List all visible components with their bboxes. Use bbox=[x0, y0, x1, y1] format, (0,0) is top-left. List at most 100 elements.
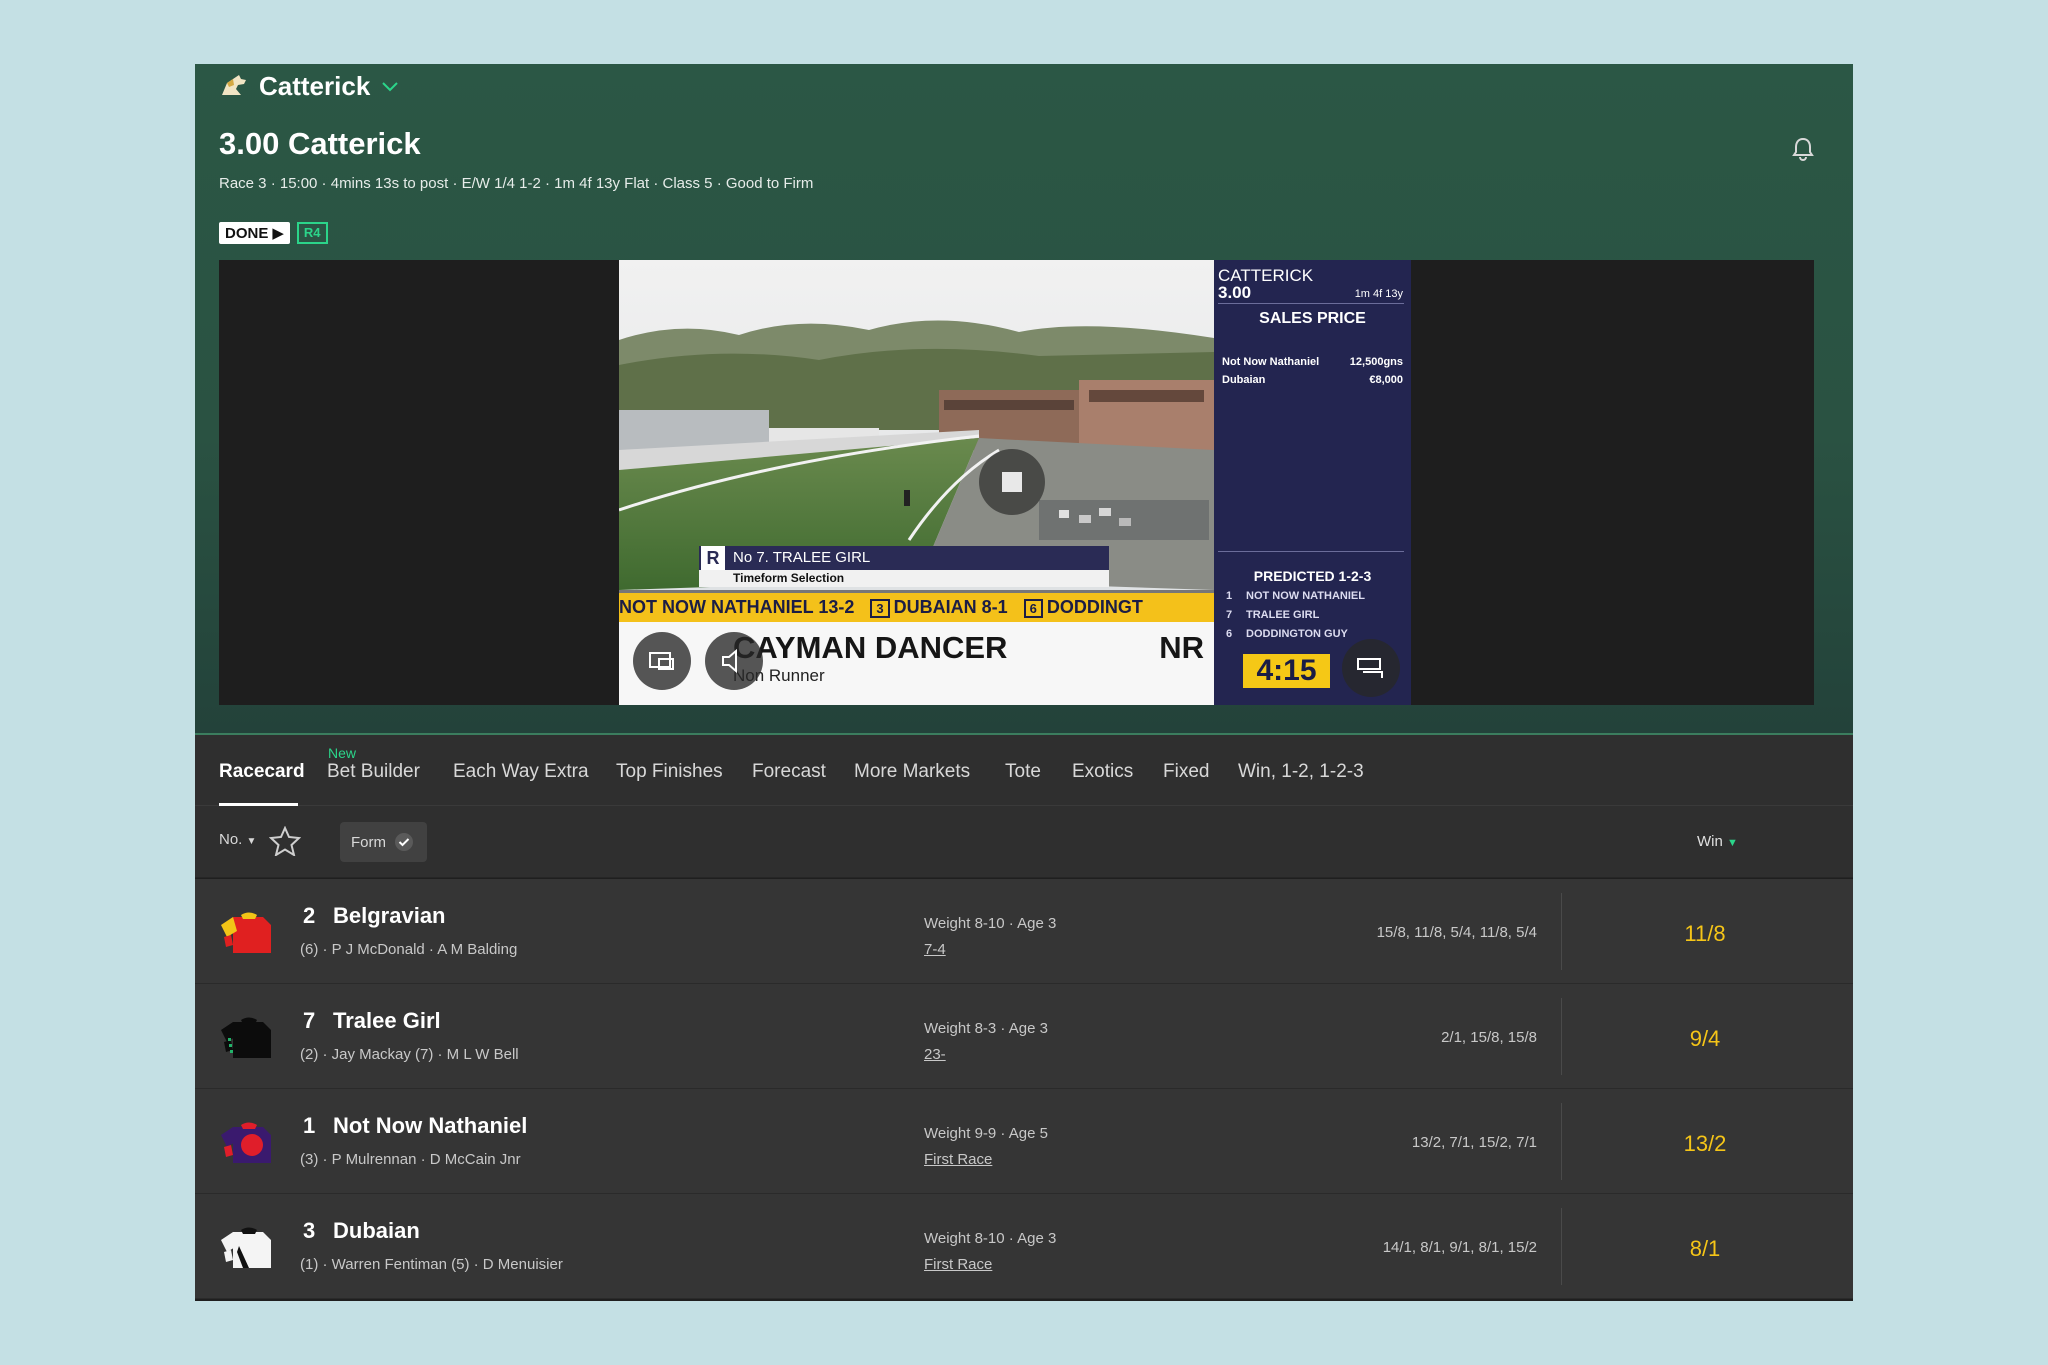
ticker-item: DODDINGT bbox=[1046, 597, 1143, 617]
tab-exotics[interactable]: Exotics bbox=[1072, 761, 1133, 783]
race-info: Race 3 · 15:00 · 4mins 13s to post · E/W… bbox=[219, 175, 814, 192]
runner-odds-button[interactable]: 11/8 bbox=[1655, 921, 1755, 947]
black-green-silk-icon bbox=[221, 1017, 271, 1058]
app-frame: Catterick 3.00 Catterick Race 3 · 15:00 … bbox=[195, 64, 1853, 1301]
predicted-horse: TRALEE GIRL bbox=[1246, 609, 1320, 621]
notification-bell-icon[interactable] bbox=[1791, 136, 1815, 167]
side-venue-name: CATTERICK bbox=[1218, 266, 1314, 285]
sales-horse: Dubaian bbox=[1222, 374, 1266, 386]
win-sort-dropdown[interactable]: Win ▼ bbox=[1697, 833, 1738, 850]
pip-icon bbox=[649, 652, 674, 670]
filter-bar: No. ▼ Form Win ▼ bbox=[195, 806, 1853, 878]
lower-third-subtitle: Timeform Selection bbox=[699, 570, 1109, 587]
runner-weight-age: Weight 8-10 · Age 3 bbox=[924, 915, 1057, 932]
red-yellow-silk-icon bbox=[221, 912, 271, 953]
sort-dropdown[interactable]: No. ▼ bbox=[219, 831, 256, 848]
divider bbox=[1561, 1103, 1562, 1180]
predicted-num: 1 bbox=[1226, 590, 1233, 602]
video-player[interactable]: No 7. TRALEE GIRL Timeform Selection R N… bbox=[219, 260, 1814, 705]
sales-heading: SALES PRICE bbox=[1259, 310, 1366, 327]
tab-racecard[interactable]: Racecard bbox=[219, 761, 305, 783]
tab-win-places[interactable]: Win, 1-2, 1-2-3 bbox=[1238, 761, 1364, 783]
switch-stream-button[interactable] bbox=[1342, 639, 1400, 697]
caret-down-icon: ▼ bbox=[246, 836, 257, 847]
divider bbox=[1561, 998, 1562, 1075]
runner-odds-button[interactable]: 9/4 bbox=[1655, 1026, 1755, 1052]
picture-in-picture-button[interactable] bbox=[633, 632, 691, 690]
runner-form-link[interactable]: First Race bbox=[924, 1151, 992, 1168]
white-black-silk-icon bbox=[221, 1227, 271, 1268]
side-race-time: 3.00 bbox=[1218, 283, 1252, 302]
predicted-heading: PREDICTED 1-2-3 bbox=[1253, 568, 1372, 584]
caret-down-icon: ▼ bbox=[1727, 837, 1738, 849]
caption-horse-name: CAYMAN DANCER bbox=[733, 630, 1008, 665]
runner-weight-age: Weight 8-10 · Age 3 bbox=[924, 1230, 1057, 1247]
new-badge: New bbox=[328, 745, 357, 761]
predicted-row: 7 TRALEE GIRL bbox=[1226, 609, 1319, 621]
runner-price-history: 2/1, 15/8, 15/8 bbox=[1441, 1029, 1537, 1046]
runner-form-link[interactable]: First Race bbox=[924, 1256, 992, 1273]
tab-fixed[interactable]: Fixed bbox=[1163, 761, 1209, 783]
race-info-panel: CATTERICK 3.00 1m 4f 13y SALES PRICE Not… bbox=[1214, 260, 1411, 705]
runner-row[interactable]: 7 Tralee Girl (2) · Jay Mackay (7) · M L… bbox=[195, 984, 1853, 1089]
runner-number: 7 bbox=[303, 1008, 316, 1033]
runner-details: (3) · P Mulrennan · D McCain Jnr bbox=[300, 1151, 521, 1168]
win-label: Win bbox=[1697, 833, 1723, 850]
tab-more-markets[interactable]: More Markets bbox=[854, 761, 970, 783]
favourite-star-icon[interactable] bbox=[268, 825, 302, 861]
speaker-icon bbox=[722, 648, 737, 674]
tab-forecast[interactable]: Forecast bbox=[752, 761, 826, 783]
side-distance: 1m 4f 13y bbox=[1354, 288, 1403, 300]
lower-third: No 7. TRALEE GIRL Timeform Selection R bbox=[699, 546, 1109, 587]
ticker-num: 3 bbox=[870, 599, 890, 618]
check-circle-icon bbox=[395, 833, 413, 851]
sales-row: Dubaian €8,000 bbox=[1222, 374, 1403, 386]
runner-row[interactable]: 1 Not Now Nathaniel (3) · P Mulrennan · … bbox=[195, 1089, 1853, 1194]
volume-button[interactable] bbox=[705, 632, 763, 690]
divider bbox=[1218, 551, 1404, 552]
runner-row[interactable]: 2 Belgravian (6) · P J McDonald · A M Ba… bbox=[195, 879, 1853, 984]
predicted-num: 6 bbox=[1226, 628, 1233, 640]
tab-top-finishes[interactable]: Top Finishes bbox=[616, 761, 723, 783]
form-label: Form bbox=[351, 833, 386, 851]
runner-price-history: 15/8, 11/8, 5/4, 11/8, 5/4 bbox=[1376, 924, 1537, 941]
swap-icon bbox=[1357, 658, 1383, 678]
stop-icon bbox=[1002, 472, 1022, 492]
done-label: DONE bbox=[225, 224, 269, 242]
ticker-item: DUBAIAN 8-1 bbox=[893, 597, 1008, 617]
tab-tote[interactable]: Tote bbox=[1005, 761, 1041, 783]
runner-name: Dubaian bbox=[333, 1218, 420, 1243]
horse-racing-icon bbox=[222, 75, 246, 95]
runner-odds-button[interactable]: 13/2 bbox=[1655, 1131, 1755, 1157]
venue-selector[interactable]: Catterick bbox=[219, 68, 400, 104]
runner-form-link[interactable]: 23- bbox=[924, 1046, 946, 1063]
predicted-row: 1 NOT NOW NATHANIEL bbox=[1226, 590, 1365, 602]
price-ticker: NOT NOW NATHANIEL 13-2 3 DUBAIAN 8-1 6 DODDI… bbox=[619, 593, 1214, 622]
runner-details: (6) · P J McDonald · A M Balding bbox=[300, 941, 518, 958]
divider bbox=[1561, 893, 1562, 970]
lower-third-title: No 7. TRALEE GIRL bbox=[699, 546, 1109, 570]
sales-price: 12,500gns bbox=[1349, 356, 1403, 368]
runner-details: (2) · Jay Mackay (7) · M L W Bell bbox=[300, 1046, 519, 1063]
race-clock: 4:15 bbox=[1243, 654, 1330, 688]
form-toggle[interactable]: Form bbox=[340, 822, 427, 862]
predicted-row: 6 DODDINGTON GUY bbox=[1226, 628, 1348, 640]
tab-bet-builder[interactable]: Bet Builder bbox=[327, 761, 420, 783]
runner-row[interactable]: 3 Dubaian (1) · Warren Fentiman (5) · D … bbox=[195, 1194, 1853, 1299]
stream-badges: DONE ▶ R4 bbox=[219, 222, 328, 244]
video-frame[interactable]: No 7. TRALEE GIRL Timeform Selection R N… bbox=[619, 260, 1214, 705]
runner-odds-button[interactable]: 8/1 bbox=[1655, 1236, 1755, 1262]
chevron-down-icon bbox=[382, 82, 398, 92]
r4-badge: R4 bbox=[296, 222, 328, 244]
tab-each-way-extra[interactable]: Each Way Extra bbox=[453, 761, 589, 783]
timeform-logo: R bbox=[701, 546, 725, 570]
runner-number: 1 bbox=[303, 1113, 316, 1138]
sales-row: Not Now Nathaniel 12,500gns bbox=[1222, 356, 1403, 368]
ticker-item: NOT NOW NATHANIEL 13-2 bbox=[619, 597, 855, 617]
market-tabs: New Racecard Bet Builder Each Way Extra … bbox=[195, 735, 1853, 806]
stop-button[interactable] bbox=[979, 449, 1045, 515]
caption-nr: NR bbox=[1159, 630, 1204, 665]
done-badge[interactable]: DONE ▶ bbox=[219, 222, 290, 244]
divider bbox=[1218, 303, 1404, 304]
runner-form-link[interactable]: 7-4 bbox=[924, 941, 946, 958]
